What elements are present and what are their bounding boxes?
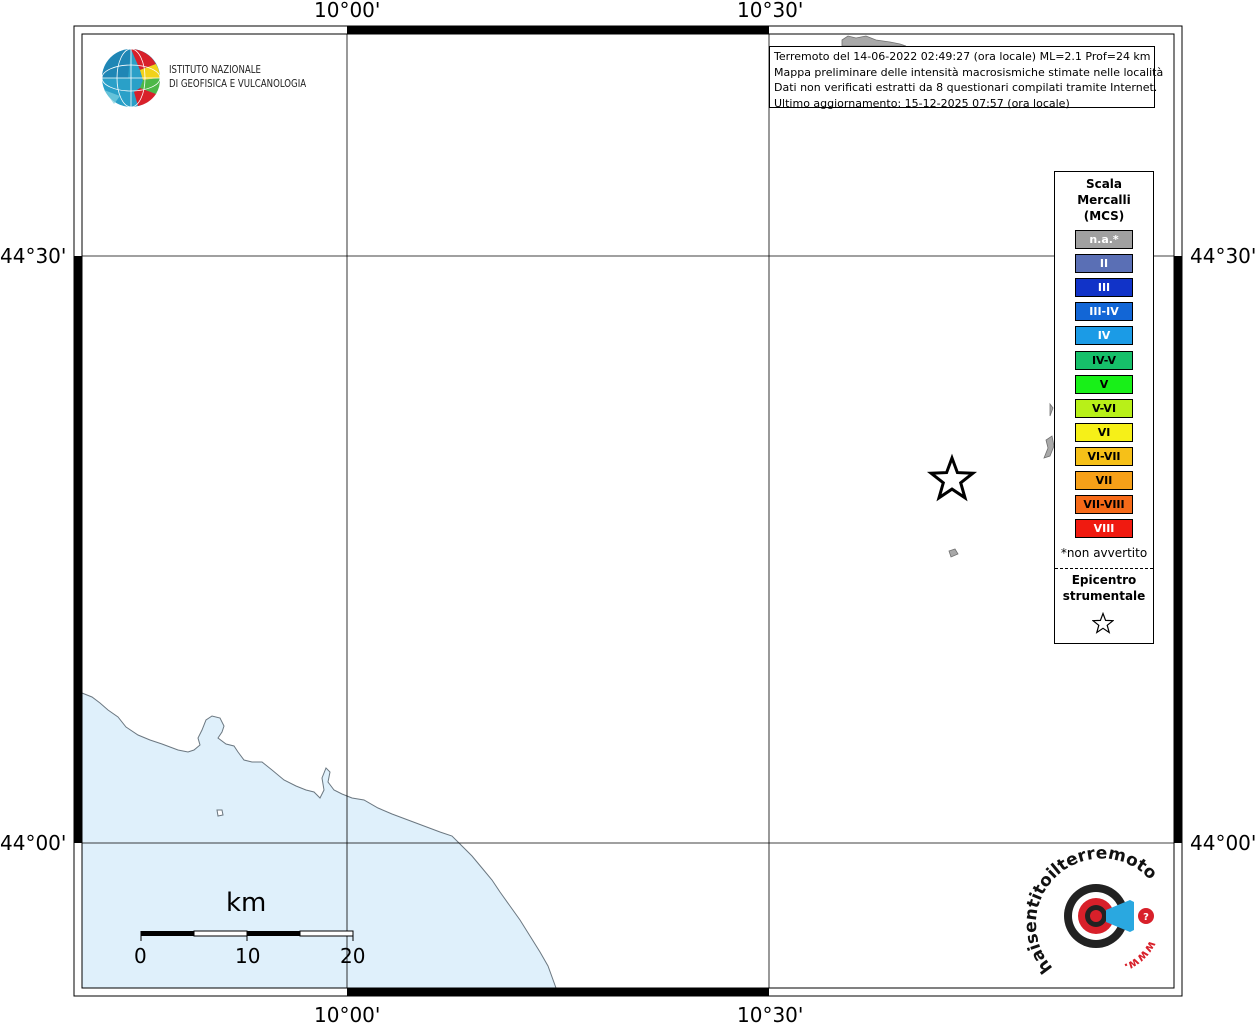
org-name-line2: DI GEOFISICA E VULCANOLOGIA xyxy=(169,77,307,90)
lon-label-bottom: 10°00' xyxy=(314,1003,381,1027)
island xyxy=(216,809,224,817)
org-name-line1: ISTITUTO NAZIONALE xyxy=(169,63,261,76)
legend-item: VII-VIII xyxy=(1075,495,1133,515)
legend-item: VII xyxy=(1075,471,1133,490)
legend-item: V xyxy=(1075,374,1133,394)
legend-divider xyxy=(1055,568,1153,569)
frame-segment xyxy=(347,26,769,34)
legend-item: II xyxy=(1075,254,1133,274)
event-info-line: Dati non verificati estratti da 8 questi… xyxy=(774,81,1158,94)
frame-segment xyxy=(74,256,82,843)
scale-unit: km xyxy=(226,888,267,918)
legend-epicenter-label: Epicentro strumentale xyxy=(1055,572,1153,604)
legend-item: n.a.* xyxy=(1075,230,1133,249)
legend-item: V-VI xyxy=(1075,398,1133,418)
legend-item: VIII xyxy=(1075,519,1133,539)
lon-label-top: 10°00' xyxy=(314,0,381,22)
event-info-line: Ultimo aggiornamento: 15-12-2025 07:57 (… xyxy=(774,96,1070,110)
lat-label-right: 44°30' xyxy=(1190,244,1256,268)
lon-label-top: 10°30' xyxy=(737,0,804,22)
lat-label-right: 44°00' xyxy=(1190,831,1256,855)
intensity-legend: Scala Mercalli (MCS) *non avvertito Epic… xyxy=(1054,171,1154,644)
legend-epicenter-line: Epicentro xyxy=(1071,573,1137,587)
legend-title: Scala Mercalli (MCS) xyxy=(1055,176,1153,224)
legend-title-line: (MCS) xyxy=(1083,209,1125,223)
legend-epicenter-line: strumentale xyxy=(1062,589,1146,603)
event-info-line: Mappa preliminare delle intensità macros… xyxy=(774,65,1164,79)
lat-label-left: 44°30' xyxy=(0,244,67,268)
svg-text:?: ? xyxy=(1143,912,1149,923)
frame-segment xyxy=(347,988,769,996)
legend-item: IV-V xyxy=(1075,350,1133,370)
legend-note: *non avvertito xyxy=(1060,546,1148,560)
legend-item: VI xyxy=(1075,422,1133,442)
legend-item: VI-VII xyxy=(1075,446,1133,466)
legend-item: III-IV xyxy=(1075,302,1133,322)
legend-item: IV xyxy=(1075,326,1133,346)
event-info-box: Terremoto del 14-06-2022 02:49:27 (ora l… xyxy=(769,46,1164,110)
ingv-logo-icon xyxy=(101,48,161,108)
scale-label: 20 xyxy=(340,944,366,968)
legend-title-line: Mercalli xyxy=(1077,193,1131,207)
event-info-line: Terremoto del 14-06-2022 02:49:27 (ora l… xyxy=(774,50,1151,63)
legend-item: III xyxy=(1075,278,1133,298)
lon-label-bottom: 10°30' xyxy=(737,1003,804,1027)
legend-star-icon xyxy=(1092,612,1114,634)
scale-label: 10 xyxy=(235,944,261,968)
legend-title-line: Scala xyxy=(1085,177,1123,191)
lat-label-left: 44°00' xyxy=(0,831,67,855)
frame-segment xyxy=(1174,256,1182,843)
org-name: ISTITUTO NAZIONALE DI GEOFISICA E VULCAN… xyxy=(169,63,306,91)
scale-label: 0 xyxy=(134,944,147,968)
